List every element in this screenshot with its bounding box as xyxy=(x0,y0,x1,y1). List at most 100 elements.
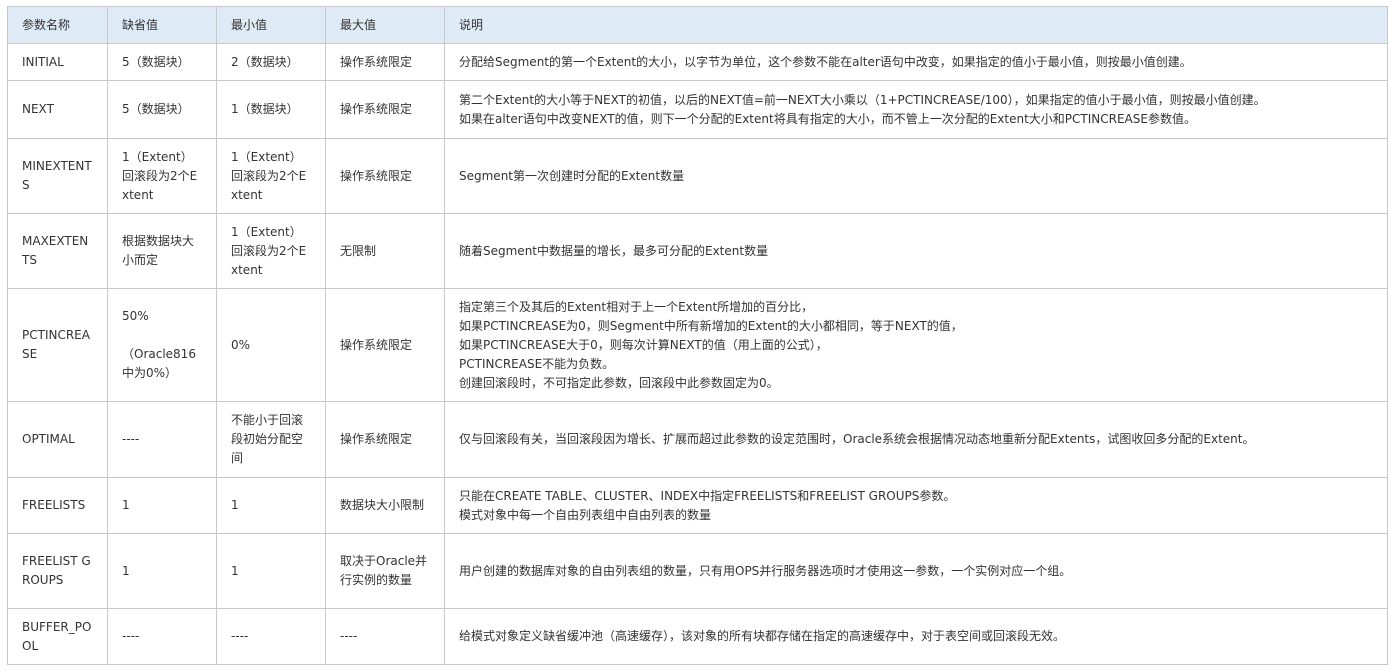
cell-text-line: ---- xyxy=(340,629,358,643)
cell-min: 1 xyxy=(216,533,326,609)
header-max: 最大值 xyxy=(325,6,445,44)
cell-text-line: 1（Extent） xyxy=(122,149,193,164)
cell-description: 仅与回滚段有关，当回滚段因为增长、扩展而超过此参数的设定范围时，Oracle系统… xyxy=(444,401,1388,478)
table-row: NEXT 5（数据块） 1（数据块） 操作系统限定 第二个Extent的大小等于NEXT… xyxy=(7,80,1388,139)
cell-text-line: 如果PCTINCREASE大于0，则每次计算NEXT的值（用上面的公式）， xyxy=(459,337,828,352)
table-row: BUFFER_POOL ---- ---- ---- 给模式对象定义缺省缓冲池（高速缓存… xyxy=(7,608,1388,665)
cell-min: 不能小于回滚段初始分配空间 xyxy=(216,401,326,478)
storage-parameters-table: 参数名称 缺省值 最小值 最大值 说明 INITIAL 5（数据块） 2（数据块） 操… xyxy=(7,6,1388,665)
cell-text-line: 1 xyxy=(122,498,130,512)
table-row: MINEXTENTS 1（Extent） 回滚段为2个Extent 1（Extent）… xyxy=(7,138,1388,214)
cell-description: Segment第一次创建时分配的Extent数量 xyxy=(444,138,1388,214)
cell-default: 1 xyxy=(107,477,217,534)
table-row: OPTIMAL ---- 不能小于回滚段初始分配空间 操作系统限定 仅与回滚段有关，当回… xyxy=(7,401,1388,478)
cell-min: 1 xyxy=(216,477,326,534)
cell-text-line: （Oracle816中为0%） xyxy=(122,347,196,380)
cell-min: ---- xyxy=(216,608,326,665)
cell-min: 1（数据块） xyxy=(216,80,326,139)
cell-max: 操作系统限定 xyxy=(325,43,445,81)
cell-description: 分配给Segment的第一个Extent的大小，以字节为单位，这个参数不能在al… xyxy=(444,43,1388,81)
table-body: INITIAL 5（数据块） 2（数据块） 操作系统限定 分配给Segment的第一个E… xyxy=(7,43,1388,665)
cell-min: 1（Extent） 回滚段为2个Extent xyxy=(216,138,326,214)
cell-text-line: 回滚段为2个Extent xyxy=(231,168,307,202)
cell-text-line: 仅与回滚段有关，当回滚段因为增长、扩展而超过此参数的设定范围时，Oracle系统… xyxy=(459,432,1255,446)
cell-description: 用户创建的数据库对象的自由列表组的数量，只有用OPS并行服务器选项时才使用这一参… xyxy=(444,533,1388,609)
cell-text-line: 用户创建的数据库对象的自由列表组的数量，只有用OPS并行服务器选项时才使用这一参… xyxy=(459,563,1072,578)
cell-text-line: ---- xyxy=(231,629,249,643)
cell-param-name: PCTINCREASE xyxy=(7,288,108,402)
cell-text-line: 指定第三个及其后的Extent相对于上一个Extent所增加的百分比， xyxy=(459,299,814,314)
header-description: 说明 xyxy=(444,6,1388,44)
cell-text-line: 0% xyxy=(231,337,251,352)
cell-max: 数据块大小限制 xyxy=(325,477,445,534)
table-header: 参数名称 缺省值 最小值 最大值 说明 xyxy=(7,6,1388,44)
cell-param-name: MINEXTENTS xyxy=(7,138,108,214)
header-row: 参数名称 缺省值 最小值 最大值 说明 xyxy=(7,6,1388,44)
cell-text-line: 操作系统限定 xyxy=(340,54,413,69)
cell-text-line: 1（Extent） xyxy=(231,224,302,239)
cell-param-name: BUFFER_POOL xyxy=(7,608,108,665)
cell-param-name: FREELISTS xyxy=(7,477,108,534)
cell-default: 50% （Oracle816中为0%） xyxy=(107,288,217,402)
cell-text-line: 模式对象中每一个自由列表组中自由列表的数量 xyxy=(459,507,712,522)
cell-text-line: 回滚段为2个Extent xyxy=(231,243,307,277)
cell-text-line: 取决于Oracle并行实例的数量 xyxy=(340,554,428,587)
table-row: FREELIST GROUPS 1 1 取决于Oracle并行实例的数量 用户创建的数据… xyxy=(7,533,1388,609)
table-container: 参数名称 缺省值 最小值 最大值 说明 INITIAL 5（数据块） 2（数据块） 操… xyxy=(0,0,1396,665)
cell-text-line: 根据数据块大小而定 xyxy=(122,234,195,267)
header-min: 最小值 xyxy=(216,6,326,44)
cell-text-line: 1 xyxy=(231,563,239,578)
table-row: PCTINCREASE 50% （Oracle816中为0%） 0% 操作系统限定 指定第… xyxy=(7,288,1388,402)
table-row: INITIAL 5（数据块） 2（数据块） 操作系统限定 分配给Segment的第一个E… xyxy=(7,43,1388,81)
header-param-name: 参数名称 xyxy=(7,6,108,44)
cell-text-line: ---- xyxy=(122,432,140,446)
cell-text-line: 第二个Extent的大小等于NEXT的初值，以后的NEXT值=前一NEXT大小乘… xyxy=(459,92,1266,107)
cell-default: 5（数据块） xyxy=(107,80,217,139)
cell-max: 取决于Oracle并行实例的数量 xyxy=(325,533,445,609)
cell-text-line: ---- xyxy=(122,629,140,643)
cell-text-line: PCTINCREASE不能为负数。 xyxy=(459,356,615,371)
cell-text-line: Segment第一次创建时分配的Extent数量 xyxy=(459,168,685,183)
cell-default: ---- xyxy=(107,608,217,665)
cell-default: 5（数据块） xyxy=(107,43,217,81)
cell-text-line: 不能小于回滚段初始分配空间 xyxy=(231,413,304,465)
table-row: MAXEXTENTS 根据数据块大小而定 1（Extent） 回滚段为2个Extent… xyxy=(7,213,1388,289)
cell-text-line: 回滚段为2个Extent xyxy=(122,168,198,202)
cell-text-line: 创建回滚段时，不可指定此参数，回滚段中此参数固定为0。 xyxy=(459,375,779,390)
cell-text-line: 分配给Segment的第一个Extent的大小，以字节为单位，这个参数不能在al… xyxy=(459,54,1192,69)
cell-text-line: 1（数据块） xyxy=(231,102,299,116)
cell-text-line: 操作系统限定 xyxy=(340,102,413,116)
cell-text-line: 1 xyxy=(122,563,130,578)
cell-text-line: 只能在CREATE TABLE、CLUSTER、INDEX中指定FREELIST… xyxy=(459,488,956,503)
cell-max: 操作系统限定 xyxy=(325,401,445,478)
cell-description: 第二个Extent的大小等于NEXT的初值，以后的NEXT值=前一NEXT大小乘… xyxy=(444,80,1388,139)
cell-param-name: FREELIST GROUPS xyxy=(7,533,108,609)
cell-text-line: 如果在alter语句中改变NEXT的值，则下一个分配的Extent将具有指定的大… xyxy=(459,111,1196,126)
cell-text-line: 随着Segment中数据量的增长，最多可分配的Extent数量 xyxy=(459,243,769,258)
cell-default: ---- xyxy=(107,401,217,478)
cell-min: 0% xyxy=(216,288,326,402)
cell-max: 无限制 xyxy=(325,213,445,289)
cell-min: 1（Extent） 回滚段为2个Extent xyxy=(216,213,326,289)
cell-text-line: 数据块大小限制 xyxy=(340,498,425,512)
table-row: FREELISTS 1 1 数据块大小限制 只能在CREATE TABLE、CLUSTE… xyxy=(7,477,1388,534)
cell-description: 给模式对象定义缺省缓冲池（高速缓存），该对象的所有块都存储在指定的高速缓存中，对… xyxy=(444,608,1388,665)
cell-text-line: 5（数据块） xyxy=(122,102,190,116)
cell-text-line: 如果PCTINCREASE为0，则Segment中所有新增加的Extent的大小… xyxy=(459,318,963,333)
cell-max: ---- xyxy=(325,608,445,665)
cell-text-line: 50% xyxy=(122,309,149,323)
header-default: 缺省值 xyxy=(107,6,217,44)
cell-param-name: MAXEXTENTS xyxy=(7,213,108,289)
cell-param-name: NEXT xyxy=(7,80,108,139)
cell-description: 只能在CREATE TABLE、CLUSTER、INDEX中指定FREELIST… xyxy=(444,477,1388,534)
cell-max: 操作系统限定 xyxy=(325,288,445,402)
cell-text-line: 无限制 xyxy=(340,243,377,258)
cell-default: 1 xyxy=(107,533,217,609)
cell-param-name: INITIAL xyxy=(7,43,108,81)
cell-text-line: 1（Extent） xyxy=(231,149,302,164)
cell-text-line: 给模式对象定义缺省缓冲池（高速缓存），该对象的所有块都存储在指定的高速缓存中，对… xyxy=(459,629,1066,643)
cell-min: 2（数据块） xyxy=(216,43,326,81)
cell-text-line: 操作系统限定 xyxy=(340,432,413,446)
cell-text-line: 5（数据块） xyxy=(122,54,190,69)
